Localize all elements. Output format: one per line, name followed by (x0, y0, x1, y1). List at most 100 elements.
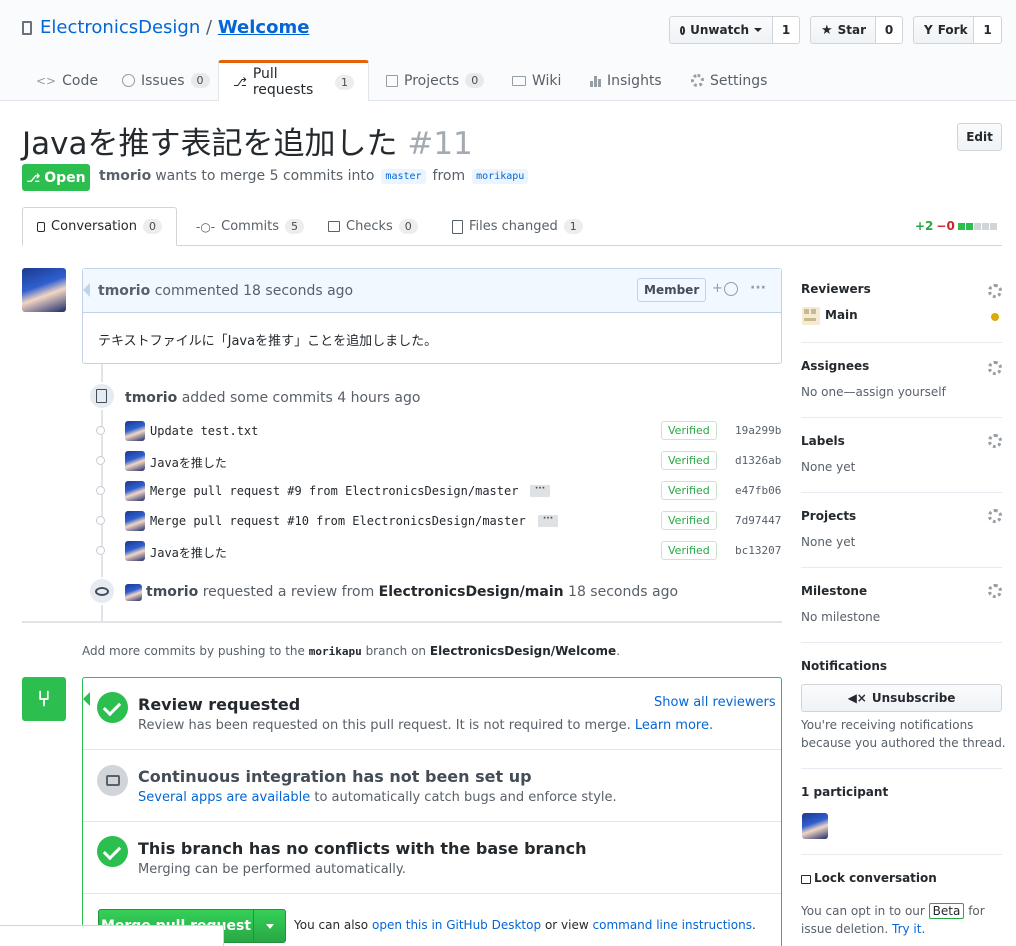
commit-sha[interactable]: e47fb06 (735, 484, 781, 497)
review-requested-title: Review requested (138, 695, 301, 714)
reviewer-name[interactable]: Main (825, 308, 858, 322)
assignees-value[interactable]: No one—assign yourself (801, 385, 946, 399)
milestone-heading[interactable]: Milestone (801, 584, 867, 598)
assignees-gear-icon[interactable] (988, 361, 1002, 375)
reviewers-heading[interactable]: Reviewers (801, 282, 871, 296)
merge-options-dropdown[interactable] (253, 909, 286, 943)
push-hint-branch: morikapu (308, 645, 362, 658)
add-reaction-button[interactable]: + (712, 281, 738, 296)
repo-separator: / (206, 17, 213, 38)
open-desktop-link[interactable]: open this in GitHub Desktop (372, 918, 541, 932)
tab-issues[interactable]: Issues 0 (108, 60, 224, 101)
verified-badge[interactable]: Verified (661, 541, 717, 560)
notifications-desc-1: You're receiving notifications (801, 718, 974, 732)
fork-button[interactable]: Y Fork (913, 16, 974, 44)
unwatch-button[interactable]: Unwatch (669, 16, 773, 44)
reviewers-gear-icon[interactable] (988, 284, 1002, 298)
commit-sha[interactable]: 7d97447 (735, 514, 781, 527)
comment-timestamp[interactable]: commented 18 seconds ago (155, 283, 353, 299)
verified-badge[interactable]: Verified (661, 451, 717, 470)
projects-gear-icon[interactable] (988, 509, 1002, 523)
star-label: Star (837, 23, 867, 37)
commit-message[interactable]: Javaを推した (150, 454, 227, 471)
review-event-author[interactable]: tmorio (146, 584, 198, 600)
comment-body: テキストファイルに「Javaを推す」ことを追加しました。 (98, 334, 438, 349)
repo-owner-link[interactable]: ElectronicsDesign (40, 17, 200, 38)
commit-row[interactable]: Update test.txt Verified 19a299b (92, 420, 782, 444)
pr-author-link[interactable]: tmorio (99, 168, 151, 184)
commit-sha[interactable]: 19a299b (735, 424, 781, 437)
watch-count[interactable]: 1 (773, 16, 800, 44)
labels-gear-icon[interactable] (988, 434, 1002, 448)
commit-message[interactable]: Merge pull request #10 from ElectronicsD… (150, 514, 526, 528)
tab-settings[interactable]: Settings (677, 60, 781, 101)
tab-commits[interactable]: -○- Commits 5 (182, 207, 318, 246)
notifications-heading: Notifications (801, 659, 888, 673)
tab-conversation[interactable]: Conversation 0 (22, 207, 177, 246)
star-button[interactable]: ★ Star (810, 16, 876, 44)
review-event-time[interactable]: 18 seconds ago (568, 584, 678, 600)
tab-files-changed[interactable]: Files changed 1 (438, 207, 597, 246)
commit-sha[interactable]: d1326ab (735, 454, 781, 467)
unsubscribe-button[interactable]: ◀× Unsubscribe (801, 684, 1002, 712)
comment-author-avatar[interactable] (22, 268, 66, 312)
tab-files-changed-label: Files changed (469, 219, 558, 234)
verified-badge[interactable]: Verified (661, 481, 717, 500)
assignees-heading[interactable]: Assignees (801, 359, 869, 373)
edit-title-button[interactable]: Edit (957, 123, 1002, 151)
commit-author-avatar[interactable] (125, 511, 145, 531)
fork-label: Fork (937, 23, 968, 37)
sidebar-sep-7 (801, 854, 1002, 855)
comment-options-icon[interactable]: ··· (750, 280, 766, 296)
repo-name-link[interactable]: Welcome (218, 17, 310, 38)
merge-period: . (751, 918, 756, 932)
participant-avatar[interactable] (802, 813, 828, 839)
commit-row[interactable]: Merge pull request #9 from ElectronicsDe… (92, 480, 782, 504)
verified-badge[interactable]: Verified (661, 511, 717, 530)
tab-projects[interactable]: Projects 0 (372, 60, 498, 101)
repo-push-icon (96, 389, 107, 403)
commit-row[interactable]: Merge pull request #10 from ElectronicsD… (92, 510, 782, 534)
tab-checks[interactable]: Checks 0 (314, 207, 432, 246)
fork-count[interactable]: 1 (974, 16, 1002, 44)
comment-author-link[interactable]: tmorio (98, 283, 150, 299)
show-all-reviewers-link[interactable]: Show all reviewers (654, 695, 776, 710)
verified-badge[interactable]: Verified (661, 421, 717, 440)
tab-wiki[interactable]: Wiki (498, 60, 575, 101)
expand-commit-body-button[interactable]: ··· (538, 515, 558, 527)
labels-heading[interactable]: Labels (801, 434, 845, 448)
commit-author-avatar[interactable] (125, 421, 145, 441)
star-count[interactable]: 0 (876, 16, 903, 44)
no-conflicts-desc: Merging can be performed automatically. (138, 862, 406, 877)
commit-sha[interactable]: bc13207 (735, 544, 781, 557)
tab-insights[interactable]: Insights (576, 60, 676, 101)
lock-conversation[interactable]: Lock conversation (801, 871, 937, 885)
review-event-team[interactable]: ElectronicsDesign/main (379, 584, 564, 600)
commit-message[interactable]: Javaを推した (150, 544, 227, 561)
try-it-link[interactable]: Try it. (892, 922, 925, 936)
repo-icon (22, 21, 32, 35)
review-event-avatar[interactable] (125, 584, 142, 601)
tab-wiki-label: Wiki (532, 72, 562, 89)
head-branch[interactable]: morikapu (472, 168, 529, 184)
learn-more-link[interactable]: Learn more. (635, 718, 713, 733)
commit-message[interactable]: Merge pull request #9 from ElectronicsDe… (150, 484, 518, 498)
plus-icon: + (712, 281, 723, 296)
commit-row[interactable]: Javaを推した Verified d1326ab (92, 450, 782, 474)
commit-event-author[interactable]: tmorio (125, 390, 177, 406)
caret-down-icon (265, 923, 274, 933)
commit-row[interactable]: Javaを推した Verified bc13207 (92, 540, 782, 564)
projects-heading[interactable]: Projects (801, 509, 856, 523)
commit-message[interactable]: Update test.txt (150, 424, 258, 438)
tab-commits-count: 5 (284, 219, 304, 234)
tab-pull-requests[interactable]: ⎇ Pull requests 1 (218, 60, 369, 101)
commit-author-avatar[interactable] (125, 481, 145, 501)
commit-author-avatar[interactable] (125, 541, 145, 561)
milestone-gear-icon[interactable] (988, 584, 1002, 598)
command-line-link[interactable]: command line instructions (593, 918, 752, 932)
base-branch[interactable]: master (381, 168, 426, 184)
expand-commit-body-button[interactable]: ··· (530, 485, 550, 497)
tab-code[interactable]: <> Code (22, 60, 112, 101)
apps-available-link[interactable]: Several apps are available (138, 790, 310, 805)
commit-author-avatar[interactable] (125, 451, 145, 471)
